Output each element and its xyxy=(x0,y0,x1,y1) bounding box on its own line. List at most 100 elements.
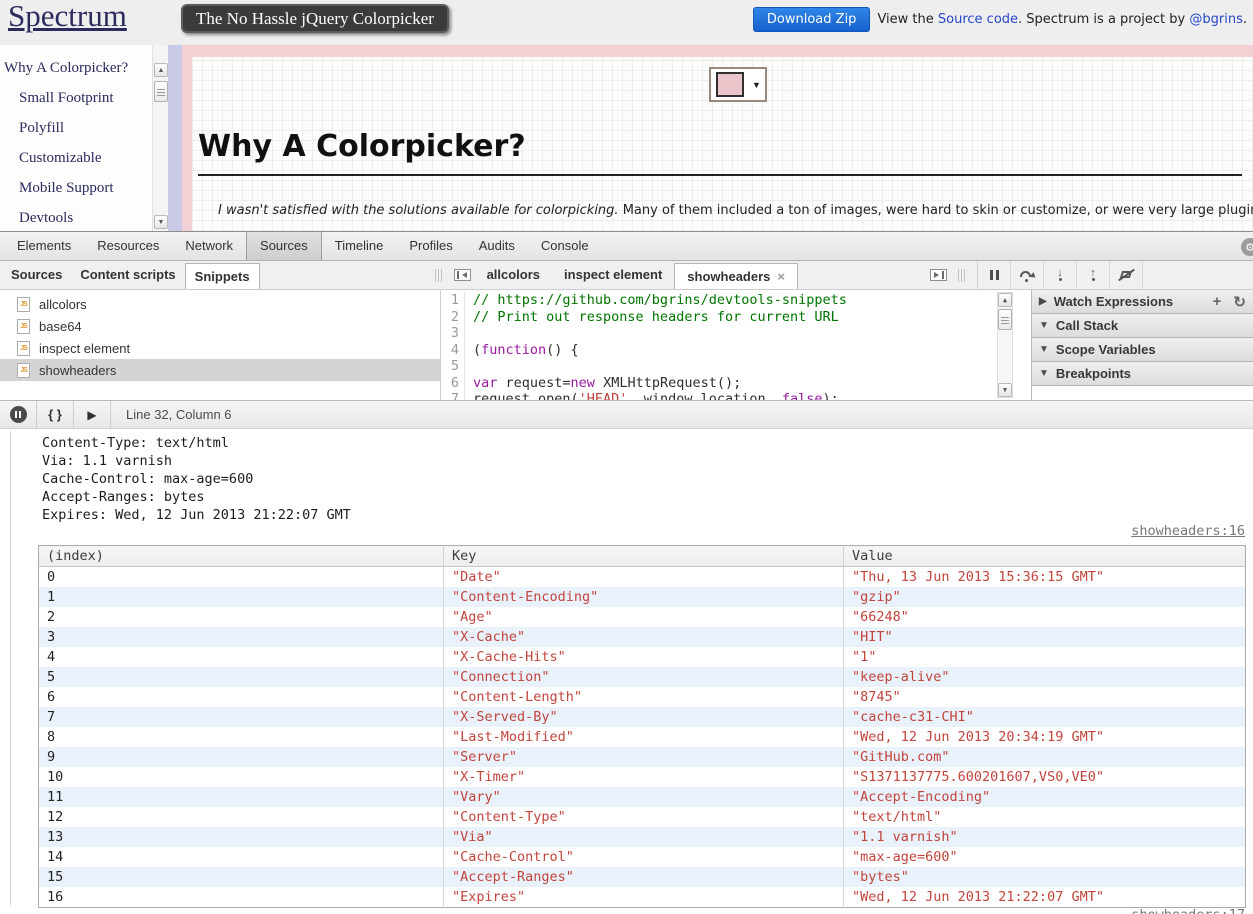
source-code-link[interactable]: Source code xyxy=(938,12,1018,27)
devtools-tabbar: Elements Resources Network Sources Timeline P… xyxy=(0,232,1253,261)
sources-statusbar: { } ▶ Line 32, Column 6 xyxy=(0,400,1253,429)
code-line[interactable]: 7 request.open('HEAD', window.location, f… xyxy=(441,391,1031,400)
tab-sources[interactable]: Sources xyxy=(246,232,322,260)
pause-script-button[interactable] xyxy=(978,261,1011,289)
pause-on-exceptions-button[interactable] xyxy=(0,401,37,428)
tab-console[interactable]: Console xyxy=(528,232,602,260)
sidebar-item-why-a-colorpicker-[interactable]: Why A Colorpicker? xyxy=(4,53,152,83)
cell-index: 14 xyxy=(38,847,444,867)
refresh-icon[interactable]: ↻ xyxy=(1233,293,1246,311)
code-line[interactable]: 3 xyxy=(441,325,1031,342)
code-line[interactable]: 6 var request=new XMLHttpRequest(); xyxy=(441,374,1031,391)
site-logo[interactable]: Spectrum xyxy=(8,0,127,34)
tab-timeline[interactable]: Timeline xyxy=(322,232,397,260)
console-log-line: Cache-Control: max-age=600 xyxy=(42,471,254,487)
tab-profiles[interactable]: Profiles xyxy=(396,232,465,260)
step-into-button[interactable]: ↓ xyxy=(1044,261,1077,289)
table-column-header-value[interactable]: Value xyxy=(843,545,1246,567)
code-editor[interactable]: 1 // https://github.com/bgrins/devtools-s… xyxy=(441,290,1031,400)
console-table: (index) Key Value 0 "Date" "Thu, 13 Jun 2013… xyxy=(38,545,1246,908)
line-number: 1 xyxy=(441,292,465,309)
sidebar-item-small-footprint[interactable]: Small Footprint xyxy=(19,83,152,113)
author-link[interactable]: @bgrins xyxy=(1189,12,1242,27)
cell-key: "Accept-Ranges" xyxy=(443,867,844,887)
debug-section-watch-expressions[interactable]: ▶ Watch Expressions + ↻ xyxy=(1032,290,1253,314)
file-tab-allcolors[interactable]: allcolors xyxy=(475,261,552,289)
scroll-down-icon[interactable]: ▼ xyxy=(154,215,168,229)
line-number: 5 xyxy=(441,358,465,375)
hide-navigator-icon[interactable] xyxy=(453,269,471,281)
snippets-file-list: JS allcolors JS base64 JS inspect element JS sh… xyxy=(0,290,441,400)
subtab-content-scripts[interactable]: Content scripts xyxy=(71,261,184,289)
table-column-header-key[interactable]: Key xyxy=(443,545,844,567)
code-line[interactable]: 1 // https://github.com/bgrins/devtools-s… xyxy=(441,292,1031,309)
cell-index: 7 xyxy=(38,707,444,727)
toggle-breakpoints-button[interactable] xyxy=(1110,261,1143,289)
cell-index: 12 xyxy=(38,807,444,827)
snippet-item-allcolors[interactable]: JS allcolors xyxy=(0,293,440,315)
sources-navbar: Sources Content scripts Snippets allcolors… xyxy=(0,261,1253,290)
colorpicker-swatch-button[interactable]: ▼ xyxy=(709,67,767,102)
table-column-header--index-[interactable]: (index) xyxy=(38,545,444,567)
close-icon[interactable]: × xyxy=(777,265,785,289)
console-source-link[interactable]: showheaders:17 xyxy=(1131,907,1245,914)
table-row: 5 "Connection" "keep-alive" xyxy=(38,667,1246,687)
step-out-button[interactable]: ↑ xyxy=(1077,261,1110,289)
sidebar-item-polyfill[interactable]: Polyfill xyxy=(19,113,152,143)
page: { "site": { "title": "Spectrum", "taglin… xyxy=(0,0,1253,914)
disclosure-down-icon: ▼ xyxy=(1039,344,1049,355)
pretty-print-button[interactable]: { } xyxy=(37,401,74,428)
scroll-thumb[interactable] xyxy=(154,81,168,102)
debug-section-scope-variables[interactable]: ▼ Scope Variables xyxy=(1032,338,1253,362)
cell-value: "1.1 varnish" xyxy=(852,829,958,845)
snippet-label: showheaders xyxy=(39,362,117,378)
sidebar-item-customizable[interactable]: Customizable xyxy=(19,143,152,173)
line-number: 2 xyxy=(441,308,465,325)
splitter-grip-icon[interactable] xyxy=(434,268,443,282)
code-line[interactable]: 2 // Print out response headers for curre… xyxy=(441,308,1031,325)
tab-elements[interactable]: Elements xyxy=(4,232,84,260)
file-tab-showheaders[interactable]: showheaders × xyxy=(674,263,798,289)
cell-index: 4 xyxy=(38,647,444,667)
scroll-down-icon[interactable]: ▼ xyxy=(998,383,1012,397)
run-snippet-button[interactable]: ▶ xyxy=(74,401,111,428)
splitter-grip-icon[interactable] xyxy=(958,268,966,282)
cursor-position-status: Line 32, Column 6 xyxy=(126,407,232,422)
subtab-snippets[interactable]: Snippets xyxy=(184,263,260,289)
file-tab-inspect-element[interactable]: inspect element xyxy=(552,261,674,289)
snippet-item-base64[interactable]: JS base64 xyxy=(0,315,440,337)
scroll-thumb[interactable] xyxy=(998,309,1012,330)
download-zip-button[interactable]: Download Zip xyxy=(752,7,871,32)
code-line[interactable]: 4 (function() { xyxy=(441,341,1031,358)
step-over-button[interactable] xyxy=(1011,261,1044,289)
add-icon[interactable]: + xyxy=(1213,293,1222,311)
debug-section-call-stack[interactable]: ▼ Call Stack xyxy=(1032,314,1253,338)
code-line[interactable]: 5 xyxy=(441,358,1031,375)
tab-network[interactable]: Network xyxy=(172,232,246,260)
sidebar-item-devtools[interactable]: Devtools xyxy=(19,203,152,233)
cell-value: "S1371137775.600201607,VS0,VE0" xyxy=(852,769,1104,785)
cell-value: "66248" xyxy=(852,609,909,625)
debug-section-breakpoints[interactable]: ▼ Breakpoints xyxy=(1032,362,1253,386)
scroll-up-icon[interactable]: ▲ xyxy=(998,293,1012,307)
disclosure-down-icon: ▼ xyxy=(1039,320,1049,331)
sidebar-scrollbar[interactable]: ▲ ▼ xyxy=(152,45,168,231)
scroll-up-icon[interactable]: ▲ xyxy=(154,63,168,77)
show-drawer-icon[interactable] xyxy=(930,269,947,281)
cell-key: "X-Cache-Hits" xyxy=(443,647,844,667)
settings-gear-icon[interactable]: ⚙ xyxy=(1241,238,1253,256)
snippet-item-inspect-element[interactable]: JS inspect element xyxy=(0,337,440,359)
snippet-item-showheaders[interactable]: JS showheaders xyxy=(0,359,440,381)
subtab-sources[interactable]: Sources xyxy=(2,261,71,289)
line-number: 7 xyxy=(441,391,465,400)
cell-index: 8 xyxy=(38,727,444,747)
console-source-link[interactable]: showheaders:16 xyxy=(1131,523,1245,539)
tab-resources[interactable]: Resources xyxy=(84,232,172,260)
file-tab-label: showheaders xyxy=(687,268,771,284)
table-row: 10 "X-Timer" "S1371137775.600201607,VS0,VE… xyxy=(38,767,1246,787)
editor-scrollbar[interactable]: ▲ ▼ xyxy=(997,292,1013,398)
tab-audits[interactable]: Audits xyxy=(466,232,528,260)
code-text: request.open('HEAD', window.location, fa… xyxy=(473,391,839,400)
sidebar-item-mobile-support[interactable]: Mobile Support xyxy=(19,173,152,203)
chevron-down-icon: ▼ xyxy=(752,79,761,90)
